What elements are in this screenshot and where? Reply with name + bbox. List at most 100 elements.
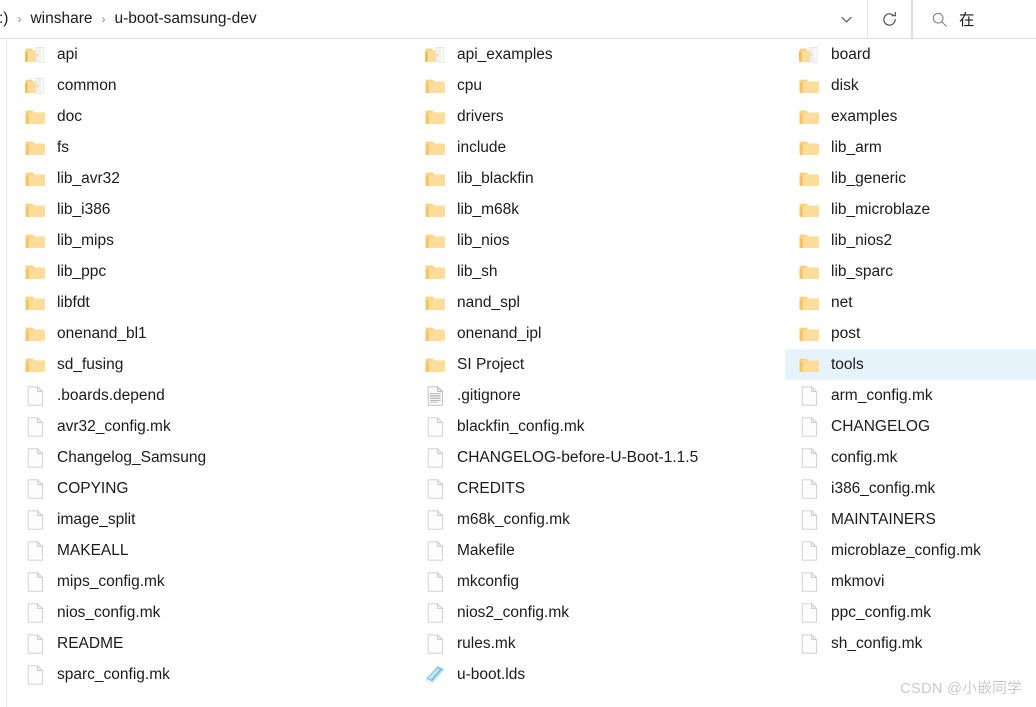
file-list-item[interactable]: lib_nios2 xyxy=(785,225,1036,256)
search-box[interactable]: 在 xyxy=(912,0,1036,39)
file-list-item[interactable]: mkmovi xyxy=(785,566,1036,597)
file-list-item[interactable]: arm_config.mk xyxy=(785,380,1036,411)
file-list-item[interactable]: nios_config.mk xyxy=(7,597,407,628)
file-column-2: api_examples cpu drivers include lib_blackfi… xyxy=(407,39,785,707)
file-list-item[interactable]: lib_blackfin xyxy=(407,163,785,194)
file-list-item-label: arm_config.mk xyxy=(831,386,933,404)
folder-icon xyxy=(799,231,819,251)
file-list-pane: api common doc fs lib_avr32 lib_i386 lib_mips l… xyxy=(0,39,1036,707)
file-list-item[interactable]: lib_microblaze xyxy=(785,194,1036,225)
file-list-item[interactable]: onenand_ipl xyxy=(407,318,785,349)
file-list-item[interactable]: lib_sh xyxy=(407,256,785,287)
file-list-item[interactable]: lib_generic xyxy=(785,163,1036,194)
file-icon xyxy=(799,602,819,623)
file-list-item[interactable]: README xyxy=(7,628,407,659)
file-list-item[interactable]: nand_spl xyxy=(407,287,785,318)
file-list-item[interactable]: CHANGELOG-before-U-Boot-1.1.5 xyxy=(407,442,785,473)
shared-folder-icon xyxy=(799,45,819,65)
file-list-item-label: lib_sparc xyxy=(831,262,894,280)
file-list-item[interactable]: nios2_config.mk xyxy=(407,597,785,628)
search-icon xyxy=(929,9,949,29)
file-list-item[interactable]: ppc_config.mk xyxy=(785,597,1036,628)
folder-icon xyxy=(425,324,445,344)
file-list-item[interactable]: CHANGELOG xyxy=(785,411,1036,442)
file-icon xyxy=(799,385,819,406)
file-icon xyxy=(25,478,45,499)
breadcrumb-item-root[interactable]: :) xyxy=(0,6,13,32)
file-list-item[interactable]: avr32_config.mk xyxy=(7,411,407,442)
file-list-item[interactable]: i386_config.mk xyxy=(785,473,1036,504)
file-list-item[interactable]: common xyxy=(7,70,407,101)
breadcrumb-separator-icon: › xyxy=(17,12,22,26)
file-list-item[interactable]: microblaze_config.mk xyxy=(785,535,1036,566)
file-list-item[interactable]: libfdt xyxy=(7,287,407,318)
breadcrumb-separator-icon: › xyxy=(101,12,106,26)
file-list-item[interactable]: board xyxy=(785,39,1036,70)
file-list-item[interactable]: lib_m68k xyxy=(407,194,785,225)
breadcrumb-item-current[interactable]: u-boot-samsung-dev xyxy=(110,6,262,32)
file-list-item[interactable]: doc xyxy=(7,101,407,132)
file-list-item[interactable]: api_examples xyxy=(407,39,785,70)
file-list-item[interactable]: lib_sparc xyxy=(785,256,1036,287)
watermark: CSDN @小嵌同学 xyxy=(900,681,1022,697)
file-list-item[interactable]: sd_fusing xyxy=(7,349,407,380)
file-list-item[interactable]: post xyxy=(785,318,1036,349)
file-list-item[interactable]: .gitignore xyxy=(407,380,785,411)
file-list-item[interactable]: cpu xyxy=(407,70,785,101)
file-list-item[interactable]: image_split xyxy=(7,504,407,535)
folder-icon xyxy=(25,200,45,220)
file-icon xyxy=(25,602,45,623)
file-icon xyxy=(799,633,819,654)
chevron-down-icon[interactable] xyxy=(825,0,867,39)
file-column-1: api common doc fs lib_avr32 lib_i386 lib_mipsl… xyxy=(7,39,407,707)
file-list-item-selected[interactable]: tools xyxy=(785,349,1036,380)
file-list-item[interactable]: disk xyxy=(785,70,1036,101)
file-list-item[interactable]: config.mk xyxy=(785,442,1036,473)
file-list-item-label: common xyxy=(57,76,117,94)
file-list-item[interactable]: net xyxy=(785,287,1036,318)
file-list-item[interactable]: lib_i386 xyxy=(7,194,407,225)
file-list-item[interactable]: examples xyxy=(785,101,1036,132)
file-list-item[interactable]: sparc_config.mk xyxy=(7,659,407,690)
file-list-item[interactable]: CREDITS xyxy=(407,473,785,504)
file-list-item[interactable]: lib_nios xyxy=(407,225,785,256)
file-list-item[interactable]: u-boot.lds xyxy=(407,659,785,690)
file-list-item[interactable]: lib_mips xyxy=(7,225,407,256)
file-list-item[interactable]: lib_avr32 xyxy=(7,163,407,194)
file-list-item-label: u-boot.lds xyxy=(457,665,526,683)
file-list-item[interactable]: Changelog_Samsung xyxy=(7,442,407,473)
file-list-item[interactable]: MAINTAINERS xyxy=(785,504,1036,535)
file-list-item[interactable]: MAKEALL xyxy=(7,535,407,566)
file-list-item[interactable]: rules.mk xyxy=(407,628,785,659)
file-list-item[interactable]: sh_config.mk xyxy=(785,628,1036,659)
search-input[interactable]: 在 xyxy=(959,8,975,30)
file-list-item[interactable]: fs xyxy=(7,132,407,163)
file-list-item[interactable]: include xyxy=(407,132,785,163)
file-list-item[interactable]: mkconfig xyxy=(407,566,785,597)
file-icon xyxy=(425,571,445,592)
folder-icon xyxy=(25,169,45,189)
file-list-item[interactable]: m68k_config.mk xyxy=(407,504,785,535)
file-list-item-label: lib_microblaze xyxy=(831,200,931,218)
file-list-item[interactable]: COPYING xyxy=(7,473,407,504)
file-list-item-label: nios2_config.mk xyxy=(457,603,570,621)
breadcrumb[interactable]: :) › winshare › u-boot-samsung-dev xyxy=(0,6,825,32)
breadcrumb-bar[interactable]: :) › winshare › u-boot-samsung-dev xyxy=(0,0,912,39)
file-list-item[interactable]: api xyxy=(7,39,407,70)
file-list-item-label: lib_mips xyxy=(57,231,114,249)
file-list-item[interactable]: drivers xyxy=(407,101,785,132)
file-list-item[interactable]: mips_config.mk xyxy=(7,566,407,597)
refresh-icon[interactable] xyxy=(867,0,911,39)
file-list-item[interactable]: .boards.depend xyxy=(7,380,407,411)
file-icon xyxy=(799,540,819,561)
folder-icon xyxy=(799,262,819,282)
file-icon xyxy=(799,571,819,592)
folder-icon xyxy=(425,200,445,220)
file-list-item[interactable]: onenand_bl1 xyxy=(7,318,407,349)
file-list-item[interactable]: lib_ppc xyxy=(7,256,407,287)
file-list-item[interactable]: lib_arm xyxy=(785,132,1036,163)
breadcrumb-item-winshare[interactable]: winshare xyxy=(25,6,97,32)
file-list-item[interactable]: blackfin_config.mk xyxy=(407,411,785,442)
file-list-item[interactable]: SI Project xyxy=(407,349,785,380)
file-list-item[interactable]: Makefile xyxy=(407,535,785,566)
